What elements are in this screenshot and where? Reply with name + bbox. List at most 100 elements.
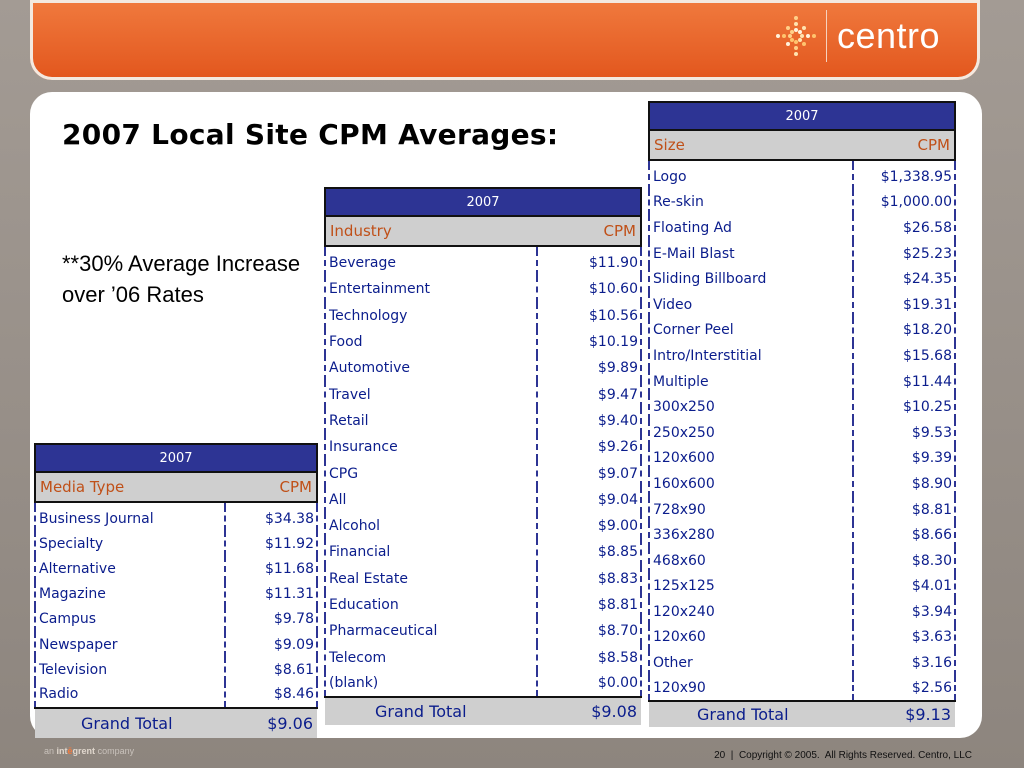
table-row: 728x90 $8.81: [648, 496, 956, 523]
row-cpm: $4.01: [853, 573, 956, 600]
row-cpm: $15.68: [853, 343, 956, 369]
table-row: 120x600 $9.39: [648, 445, 956, 472]
row-label: 300x250: [648, 394, 854, 420]
row-label: 160x600: [648, 471, 854, 497]
starburst-dot: [797, 38, 802, 42]
row-label: E-Mail Blast: [648, 240, 854, 267]
slide-title: 2007 Local Site CPM Averages:: [62, 118, 559, 151]
row-cpm: $8.70: [537, 618, 642, 645]
row-cpm: $10.60: [537, 276, 642, 303]
starburst-dot: [805, 34, 810, 38]
brand-name-part: int: [56, 746, 68, 756]
starburst-dot: [793, 46, 798, 50]
starburst-dot: [793, 16, 798, 20]
row-label: Entertainment: [324, 276, 538, 303]
integrent-brand: an intēgrent company: [44, 746, 134, 756]
row-label: 336x280: [648, 522, 854, 548]
row-cpm: $9.39: [853, 445, 956, 472]
row-label: Multiple: [648, 368, 854, 395]
row-cpm: $8.30: [853, 547, 956, 574]
table-row: 120x240 $3.94: [648, 599, 956, 625]
starburst-dot: [781, 34, 786, 38]
row-cpm: $3.94: [853, 599, 956, 625]
row-cpm: $10.25: [853, 394, 956, 420]
row-cpm: $26.58: [853, 215, 956, 241]
row-cpm: $9.47: [537, 381, 642, 408]
row-label: Beverage: [324, 250, 538, 277]
row-label: Corner Peel: [648, 317, 854, 344]
row-cpm: $11.31: [225, 581, 318, 607]
row-label: Business Journal: [34, 506, 226, 532]
starburst-dot: [785, 26, 790, 30]
starburst-icon: [775, 16, 816, 56]
table-row: Food $10.19: [324, 328, 642, 356]
row-label: Retail: [324, 407, 538, 435]
table-row: Retail $9.40: [324, 407, 642, 435]
row-label: 125x125: [648, 573, 854, 600]
table-row: Specialty $11.92: [34, 531, 318, 557]
row-label: Technology: [324, 302, 538, 329]
starburst-dot: [775, 34, 780, 38]
column-header-value: CPM: [853, 130, 956, 161]
copyright-footer: 20 | Copyright © 2005. All Rights Reserv…: [714, 750, 972, 761]
centro-logo: centro: [775, 10, 940, 62]
brand-name: intēgrent: [57, 746, 96, 756]
row-cpm: $11.92: [225, 531, 318, 557]
row-cpm: $9.00: [537, 512, 642, 540]
grand-total-value: $9.06: [225, 706, 317, 738]
table-row: Intro/Interstitial $15.68: [648, 343, 956, 369]
starburst-dot: [793, 52, 798, 56]
industry-table: 2007 Industry CPM Beverage $11.90 Entertai…: [324, 187, 642, 726]
table-row: Other $3.16: [648, 650, 956, 676]
row-cpm: $9.26: [537, 434, 642, 461]
row-cpm: $9.78: [225, 606, 318, 632]
table-row: Sliding Billboard $24.35: [648, 266, 956, 292]
table-row: Radio $8.46: [34, 682, 318, 708]
grand-total-label: Grand Total: [649, 700, 853, 728]
table-row: Real Estate $8.83: [324, 565, 642, 592]
logo-text: centro: [836, 15, 940, 56]
row-cpm: $8.66: [853, 522, 956, 548]
table-row: CPG $9.07: [324, 460, 642, 487]
row-label: Financial: [324, 539, 538, 566]
row-cpm: $3.16: [853, 650, 956, 676]
table-row: 468x60 $8.30: [648, 547, 956, 574]
starburst-dot: [801, 42, 806, 46]
row-label: Television: [34, 657, 226, 683]
table-row: Newspaper $9.09: [34, 631, 318, 658]
column-header-value: CPM: [225, 472, 318, 503]
table-row: Automotive $9.89: [324, 355, 642, 382]
row-cpm: $2.56: [853, 675, 956, 702]
year-header: 2007: [648, 101, 956, 131]
starburst-dot: [801, 26, 806, 30]
brand-name-part: grent: [72, 746, 96, 756]
row-cpm: $8.61: [225, 657, 318, 683]
row-cpm: $9.89: [537, 355, 642, 382]
table-row: E-Mail Blast $25.23: [648, 240, 956, 267]
row-label: Food: [324, 328, 538, 356]
column-header-label: Media Type: [34, 472, 225, 503]
table-row: Television $8.61: [34, 657, 318, 683]
row-cpm: $9.04: [537, 486, 642, 513]
table-row: 250x250 $9.53: [648, 419, 956, 446]
row-cpm: $8.46: [225, 682, 318, 708]
table-row: All $9.04: [324, 486, 642, 513]
table-row: Entertainment $10.60: [324, 276, 642, 303]
table-row: Corner Peel $18.20: [648, 317, 956, 344]
brand-suffix: company: [97, 746, 135, 756]
table-row: (blank) $0.00: [324, 670, 642, 698]
row-cpm: $9.40: [537, 407, 642, 435]
row-label: Telecom: [324, 644, 538, 671]
media-type-table: 2007 Media Type CPM Business Journal $34.…: [34, 443, 318, 738]
row-label: Alcohol: [324, 512, 538, 540]
row-label: Re-skin: [648, 189, 854, 216]
row-cpm: $8.83: [537, 565, 642, 592]
starburst-dot: [811, 34, 816, 38]
table-row: Alternative $11.68: [34, 556, 318, 582]
row-cpm: $34.38: [225, 506, 318, 532]
row-cpm: $8.58: [537, 644, 642, 671]
table-row: Campus $9.78: [34, 606, 318, 632]
row-cpm: $10.19: [537, 328, 642, 356]
row-cpm: $1,000.00: [853, 189, 956, 216]
row-label: 728x90: [648, 496, 854, 523]
